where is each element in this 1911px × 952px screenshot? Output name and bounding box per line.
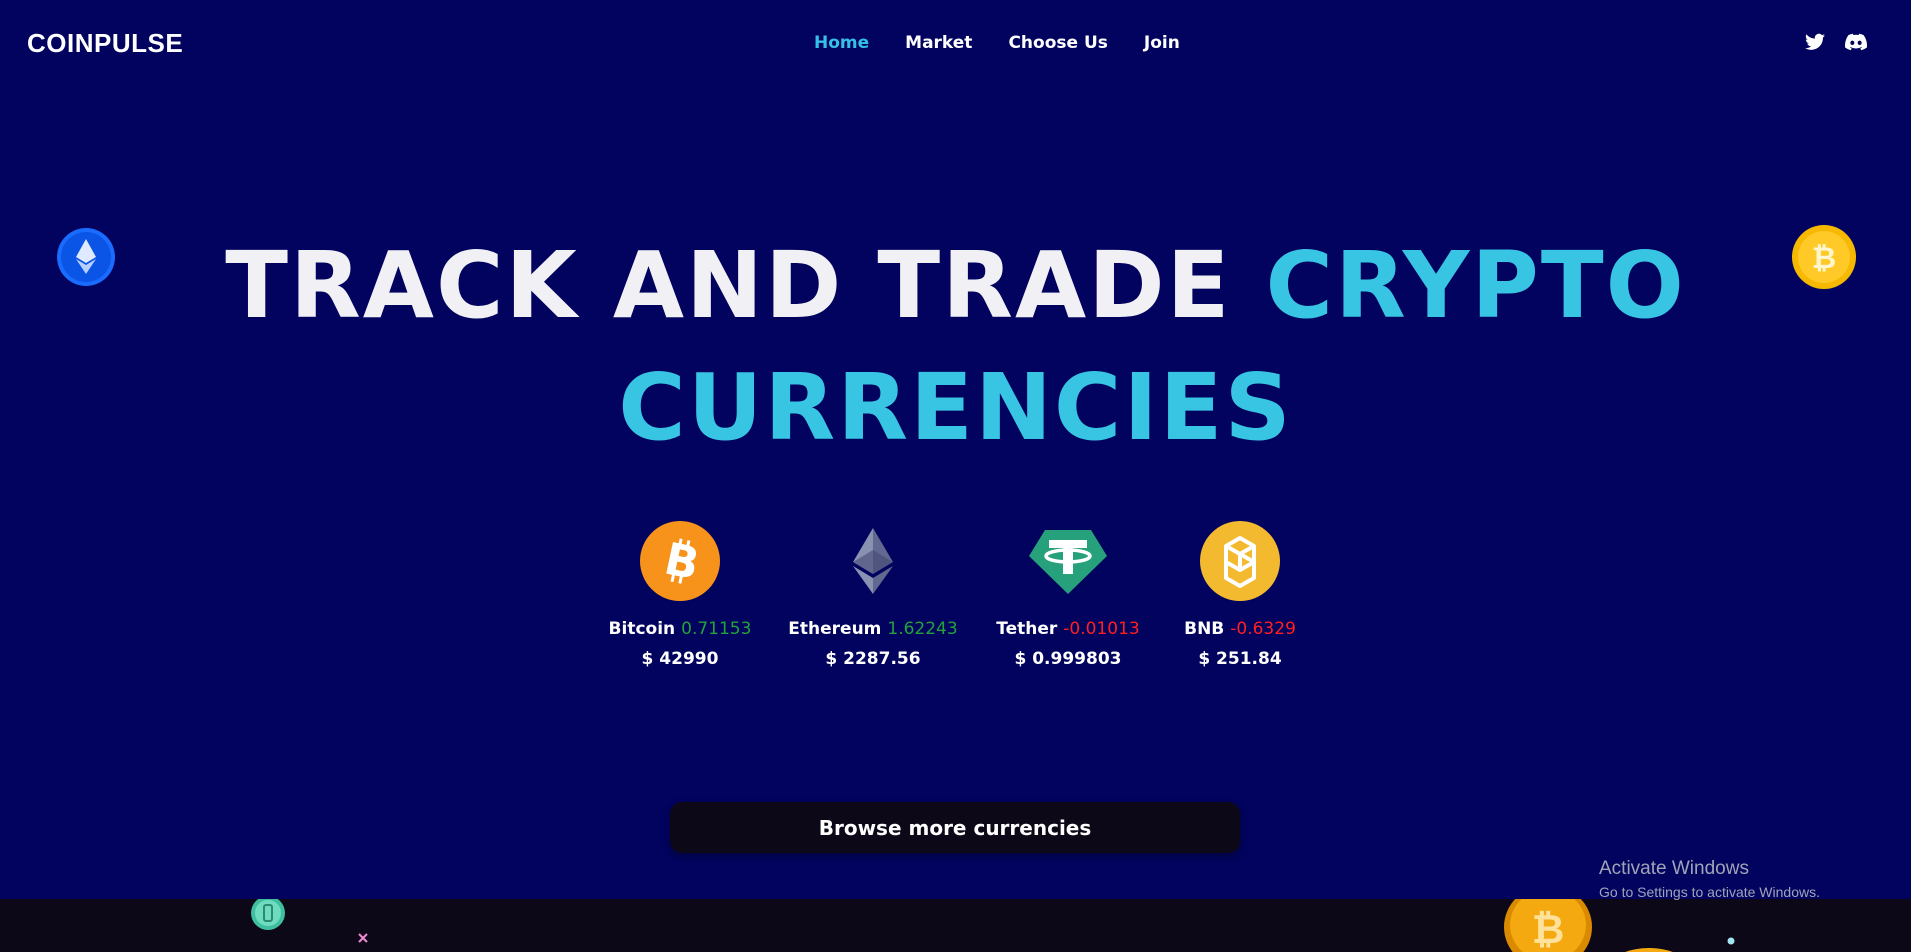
coin-change: 1.62243	[887, 619, 958, 639]
coin-card-tether[interactable]: Tether -0.01013 $ 0.999803	[968, 520, 1168, 669]
ethereum-icon	[832, 520, 914, 602]
bitcoin-icon: B	[639, 520, 721, 602]
discord-icon[interactable]	[1845, 33, 1868, 53]
svg-text:₿: ₿	[1532, 907, 1565, 952]
nav-item-choose-us[interactable]: Choose Us	[1008, 33, 1107, 53]
coin-name: BNB	[1184, 619, 1225, 639]
coin-name: Ethereum	[788, 619, 882, 639]
hero-title-accent: CRYPTO	[1265, 232, 1686, 339]
hero-title-white: TRACK AND TRADE	[225, 232, 1266, 339]
coin-change: -0.01013	[1063, 619, 1140, 639]
hero-title: TRACK AND TRADE CRYPTO CURRENCIES	[0, 225, 1911, 469]
coin-price: $ 2287.56	[825, 649, 921, 669]
coin-card-bitcoin[interactable]: B Bitcoin 0.71153 $ 42990	[580, 520, 780, 669]
floating-bitcoin-coin-icon: ₿	[1500, 899, 1600, 952]
coin-price: $ 42990	[641, 649, 719, 669]
coin-name: Tether	[996, 619, 1058, 639]
main-nav: Home Market Choose Us Join	[814, 33, 1216, 53]
coin-price: $ 0.999803	[1014, 649, 1122, 669]
floating-dot-icon	[1727, 930, 1735, 949]
watermark-subtitle: Go to Settings to activate Windows.	[1599, 884, 1820, 900]
coin-price: $ 251.84	[1198, 649, 1282, 669]
coin-change: -0.6329	[1230, 619, 1296, 639]
coin-change: 0.71153	[681, 619, 752, 639]
brand-logo[interactable]: COINPULSE	[27, 28, 183, 59]
bottom-section: ₿	[0, 899, 1911, 952]
coin-ticker: B Bitcoin 0.71153 $ 42990 Ethereum 1.622…	[0, 520, 1911, 680]
coin-name: Bitcoin	[608, 619, 676, 639]
bnb-icon	[1199, 520, 1281, 602]
floating-sparkle-icon	[357, 929, 369, 948]
nav-item-join[interactable]: Join	[1144, 33, 1180, 53]
coin-card-bnb[interactable]: BNB -0.6329 $ 251.84	[1140, 520, 1340, 669]
watermark-title: Activate Windows	[1599, 858, 1749, 879]
nav-item-market[interactable]: Market	[905, 33, 972, 53]
browse-currencies-button[interactable]: Browse more currencies	[670, 802, 1240, 853]
social-links	[1805, 33, 1868, 53]
nav-item-home[interactable]: Home	[814, 33, 869, 53]
floating-coin-edge-icon	[1614, 942, 1684, 952]
floating-coin-icon	[249, 899, 287, 939]
tether-icon	[1027, 520, 1109, 602]
page: COINPULSE Home Market Choose Us Join ₿ T…	[0, 0, 1911, 952]
twitter-icon[interactable]	[1805, 33, 1827, 53]
hero-title-line2: CURRENCIES	[618, 354, 1293, 461]
coin-card-ethereum[interactable]: Ethereum 1.62243 $ 2287.56	[773, 520, 973, 669]
windows-activation-watermark: Activate Windows Go to Settings to activ…	[1599, 858, 1820, 900]
